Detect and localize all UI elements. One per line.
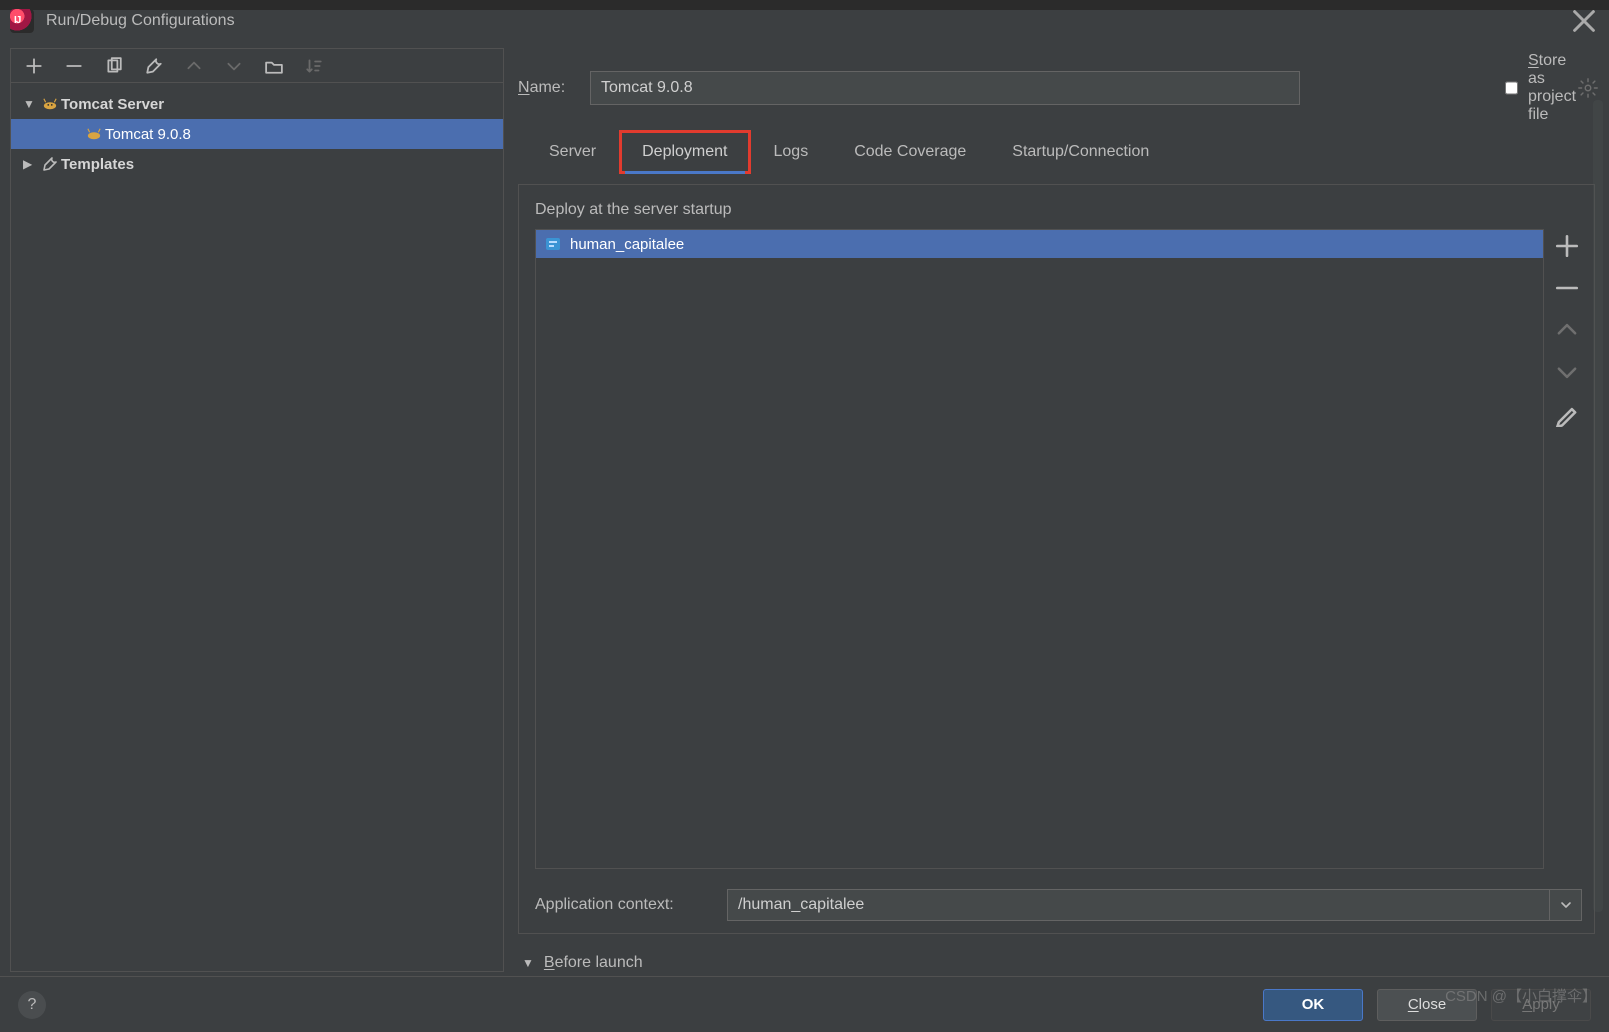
scrollbar[interactable] (1593, 100, 1603, 912)
application-context-input[interactable] (728, 890, 1549, 920)
move-down-button (221, 53, 247, 79)
move-up-button (181, 53, 207, 79)
background-strip (0, 0, 1609, 10)
add-artifact-button[interactable] (1554, 233, 1580, 259)
collapse-arrow-icon: ▼ (522, 956, 534, 970)
artifact-list-item[interactable]: human_capitalee (536, 230, 1543, 258)
expand-arrow-icon: ▶ (23, 157, 39, 171)
artifact-move-down-button (1554, 359, 1580, 385)
config-toolbar (11, 49, 503, 83)
close-button[interactable]: Close (1377, 989, 1477, 1021)
tabs-row: Server Deployment Logs Code Coverage Sta… (518, 134, 1599, 174)
configurations-panel: ▼ Tomcat Server Tomcat 9.0.8 ▶ (10, 48, 504, 972)
tab-code-coverage[interactable]: Code Coverage (831, 130, 989, 174)
config-name-input[interactable] (590, 71, 1300, 105)
application-context-dropdown-button[interactable] (1549, 890, 1581, 920)
folder-button[interactable] (261, 53, 287, 79)
remove-config-button[interactable] (61, 53, 87, 79)
edit-templates-button[interactable] (141, 53, 167, 79)
deploy-section-label: Deploy at the server startup (535, 201, 1582, 219)
store-as-project-file-checkbox[interactable]: Store as project file (1505, 52, 1565, 124)
tomcat-icon (83, 127, 105, 141)
sort-button (301, 53, 327, 79)
expand-arrow-icon: ▼ (23, 97, 39, 111)
add-config-button[interactable] (21, 53, 47, 79)
name-row: Name: Store as project file (518, 52, 1599, 124)
tab-startup-connection[interactable]: Startup/Connection (989, 130, 1172, 174)
copy-config-button[interactable] (101, 53, 127, 79)
edit-artifact-button[interactable] (1554, 401, 1580, 427)
application-context-row: Application context: (535, 889, 1582, 921)
artifact-list[interactable]: human_capitalee (535, 229, 1544, 869)
tab-server[interactable]: Server (526, 130, 619, 174)
config-editor-panel: Name: Store as project file Server Deplo… (518, 48, 1599, 972)
intellij-app-icon (10, 9, 34, 33)
before-launch-section[interactable]: ▼ Before launch (518, 944, 1599, 972)
tomcat-icon (39, 97, 61, 111)
apply-button: Apply (1491, 989, 1591, 1021)
tab-deployment[interactable]: Deployment (619, 130, 750, 174)
tree-node-tomcat-908[interactable]: Tomcat 9.0.8 (11, 119, 503, 149)
dialog-body: ▼ Tomcat Server Tomcat 9.0.8 ▶ (0, 42, 1609, 976)
ok-button[interactable]: OK (1263, 989, 1363, 1021)
before-launch-label: Before launch (544, 954, 643, 972)
config-tree[interactable]: ▼ Tomcat Server Tomcat 9.0.8 ▶ (11, 83, 503, 971)
artifact-icon (544, 235, 562, 253)
tree-label: Tomcat 9.0.8 (105, 126, 191, 143)
deployment-tab-content: Deploy at the server startup human_capit… (518, 184, 1595, 934)
dialog-title: Run/Debug Configurations (46, 12, 235, 30)
close-dialog-button[interactable] (1569, 6, 1599, 36)
run-debug-configurations-dialog: Run/Debug Configurations (0, 0, 1609, 1032)
tree-node-tomcat-server[interactable]: ▼ Tomcat Server (11, 89, 503, 119)
application-context-combo[interactable] (727, 889, 1582, 921)
tree-label: Templates (61, 156, 134, 173)
artifact-move-up-button (1554, 317, 1580, 343)
artifact-label: human_capitalee (570, 236, 684, 253)
name-label: Name: (518, 79, 578, 97)
store-checkbox-input[interactable] (1505, 79, 1518, 97)
tree-node-templates[interactable]: ▶ Templates (11, 149, 503, 179)
tree-label: Tomcat Server (61, 96, 164, 113)
deploy-area: human_capitalee (535, 229, 1582, 869)
dialog-footer: ? OK Close Apply (0, 976, 1609, 1032)
artifact-side-buttons (1552, 229, 1582, 869)
store-label: Store as project file (1528, 52, 1576, 124)
gear-icon[interactable] (1577, 77, 1599, 99)
help-button[interactable]: ? (18, 991, 46, 1019)
remove-artifact-button[interactable] (1554, 275, 1580, 301)
application-context-label: Application context: (535, 896, 713, 914)
tab-logs[interactable]: Logs (751, 130, 832, 174)
wrench-icon (39, 156, 61, 172)
